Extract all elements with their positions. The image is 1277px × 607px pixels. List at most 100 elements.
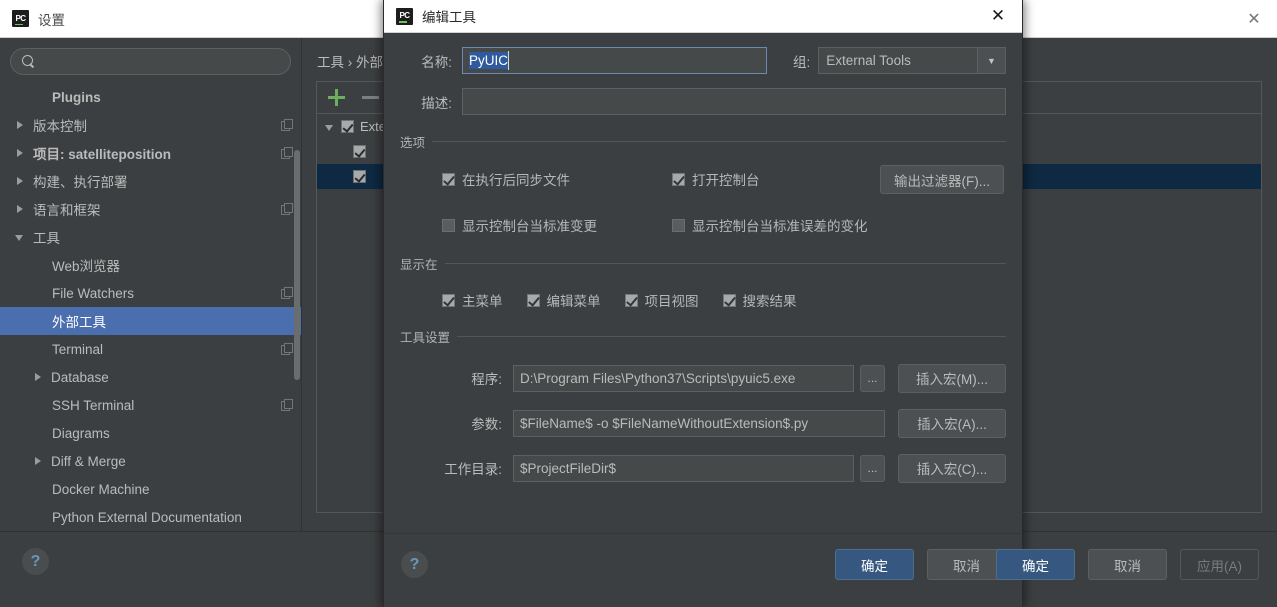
dialog-help-button[interactable]: ? [401, 551, 428, 578]
chevron-right-icon[interactable] [14, 118, 28, 132]
sidebar-item-7[interactable]: File Watchers [0, 279, 301, 307]
checkbox-project-view[interactable]: 项目视图 [624, 290, 699, 310]
checkbox-editor-menu[interactable]: 编辑菜单 [526, 290, 601, 310]
sidebar-item-label: Plugins [52, 89, 101, 105]
checkbox-label: 打开控制台 [692, 173, 760, 188]
checkbox-icon[interactable] [722, 293, 736, 307]
checkbox-open-console[interactable]: 打开控制台 [672, 169, 760, 189]
options-row-1: 在执行后同步文件 打开控制台 输出过滤器(F)... [442, 165, 1006, 194]
chevron-right-icon[interactable] [14, 202, 28, 216]
checkbox-icon[interactable] [624, 293, 638, 307]
sidebar-item-3[interactable]: 构建、执行部署 [0, 167, 301, 195]
settings-cancel-button[interactable]: 取消 [1088, 549, 1167, 580]
checkbox-icon[interactable] [442, 293, 455, 307]
checkbox-sync-after-execution[interactable]: 在执行后同步文件 [442, 169, 672, 189]
checkbox-icon[interactable] [442, 172, 455, 186]
output-filters-button[interactable]: 输出过滤器(F)... [880, 165, 1004, 194]
options-grid: 在执行后同步文件 打开控制台 输出过滤器(F)... 显示控制台当标准变更 显示… [400, 165, 1006, 237]
dialog-pycharm-logo-icon: PC [396, 7, 413, 25]
tool-item-checkbox[interactable] [353, 145, 366, 158]
dialog-close-icon[interactable]: ✕ [975, 0, 1021, 32]
sidebar-item-13[interactable]: Diff & Merge [0, 447, 301, 475]
chevron-right-icon[interactable] [14, 146, 28, 160]
settings-ok-button[interactable]: 确定 [996, 549, 1075, 580]
sidebar-item-11[interactable]: SSH Terminal [0, 391, 301, 419]
sidebar-item-0[interactable]: Plugins [0, 83, 301, 111]
settings-footer-buttons: 确定 取消 应用(A) [996, 549, 1259, 580]
sidebar-item-2[interactable]: 项目: satelliteposition [0, 139, 301, 167]
working-directory-browse-button[interactable]: ... [860, 454, 885, 482]
chevron-right-icon[interactable] [32, 454, 46, 468]
checkbox-label: 搜索结果 [742, 294, 797, 309]
show-in-checkbox-row: 主菜单 编辑菜单 项目视图 搜索结果 [400, 290, 1006, 310]
search-input[interactable] [35, 54, 290, 69]
tool-settings-section-title: 工具设置 [400, 331, 451, 345]
copy-icon[interactable] [281, 399, 293, 411]
sidebar-item-6[interactable]: Web浏览器 [0, 251, 301, 279]
search-box[interactable] [10, 48, 291, 75]
tool-settings-section-header: 工具设置 [400, 327, 1006, 346]
dialog-ok-button[interactable]: 确定 [835, 549, 914, 580]
name-input[interactable]: PyUIC [462, 47, 768, 74]
sidebar-item-9[interactable]: Terminal [0, 335, 301, 363]
sidebar-item-1[interactable]: 版本控制 [0, 111, 301, 139]
show-in-section: 显示在 主菜单 编辑菜单 项目视图 搜索结果 [400, 254, 1006, 310]
copy-icon[interactable] [281, 203, 293, 215]
sidebar-item-12[interactable]: Diagrams [0, 419, 301, 447]
close-icon[interactable]: ✕ [1231, 0, 1277, 37]
tool-item-checkbox[interactable] [353, 170, 366, 183]
sidebar-item-label: Docker Machine [52, 481, 150, 497]
working-directory-input[interactable]: $ProjectFileDir$ [513, 454, 854, 482]
tool-group-checkbox[interactable] [341, 120, 354, 133]
sidebar-scrollbar[interactable] [294, 150, 300, 380]
sidebar-item-5[interactable]: 工具 [0, 223, 301, 251]
chevron-down-icon[interactable]: ▼ [977, 48, 1005, 73]
checkbox-search-results[interactable]: 搜索结果 [722, 290, 797, 310]
checkbox-icon[interactable] [672, 218, 685, 232]
checkbox-label: 在执行后同步文件 [462, 173, 570, 188]
sidebar-item-14[interactable]: Docker Machine [0, 475, 301, 503]
insert-macro-program-button[interactable]: 插入宏(M)... [898, 363, 1006, 393]
checkbox-label: 编辑菜单 [546, 294, 601, 309]
sidebar-item-10[interactable]: Database [0, 363, 301, 391]
copy-icon[interactable] [281, 343, 293, 355]
divider [444, 263, 1006, 264]
checkbox-main-menu[interactable]: 主菜单 [442, 290, 503, 310]
program-browse-button[interactable]: ... [860, 364, 885, 392]
sidebar-item-4[interactable]: 语言和框架 [0, 195, 301, 223]
program-input[interactable]: D:\Program Files\Python37\Scripts\pyuic5… [513, 364, 854, 392]
arguments-label: 参数: [471, 417, 502, 432]
dialog-logo-text: PC [399, 11, 410, 20]
dialog-titlebar: PC 编辑工具 ✕ [384, 0, 1022, 33]
search-icon [22, 55, 35, 68]
description-row: 描述: [400, 88, 1006, 115]
sidebar-search-wrap [0, 38, 301, 81]
spacer-icon [14, 342, 28, 356]
checkbox-show-console-stderr[interactable]: 显示控制台当标准误差的变化 [672, 215, 868, 235]
sidebar-item-8[interactable]: 外部工具 [0, 307, 301, 335]
checkbox-icon[interactable] [442, 218, 455, 232]
remove-icon[interactable] [362, 89, 379, 106]
chevron-down-icon[interactable] [14, 230, 28, 244]
copy-icon[interactable] [281, 119, 293, 131]
insert-macro-arguments-button[interactable]: 插入宏(A)... [898, 408, 1006, 438]
copy-icon[interactable] [281, 287, 293, 299]
settings-category-tree: Plugins 版本控制 项目: satelliteposition 构建、执行部署语… [0, 83, 301, 531]
checkbox-icon[interactable] [526, 293, 540, 307]
chevron-right-icon[interactable] [32, 370, 46, 384]
checkbox-show-console-stdout[interactable]: 显示控制台当标准变更 [442, 215, 672, 235]
group-select[interactable]: External Tools ▼ [818, 47, 1006, 74]
arguments-input[interactable]: $FileName$ -o $FileNameWithoutExtension$… [513, 409, 885, 437]
dialog-cancel-button[interactable]: 取消 [927, 549, 1006, 580]
sidebar-item-15[interactable]: Python External Documentation [0, 503, 301, 531]
options-section: 选项 在执行后同步文件 打开控制台 输出过滤器(F)... 显示控制台当标准变更… [400, 132, 1006, 237]
chevron-down-icon[interactable] [325, 121, 337, 133]
checkbox-icon[interactable] [672, 172, 685, 186]
description-input[interactable] [462, 88, 1006, 115]
chevron-right-icon[interactable] [14, 174, 28, 188]
insert-macro-workdir-button[interactable]: 插入宏(C)... [898, 453, 1006, 483]
help-button[interactable]: ? [22, 548, 49, 575]
spacer-icon [14, 90, 28, 104]
copy-icon[interactable] [281, 147, 293, 159]
add-icon[interactable] [328, 89, 345, 106]
